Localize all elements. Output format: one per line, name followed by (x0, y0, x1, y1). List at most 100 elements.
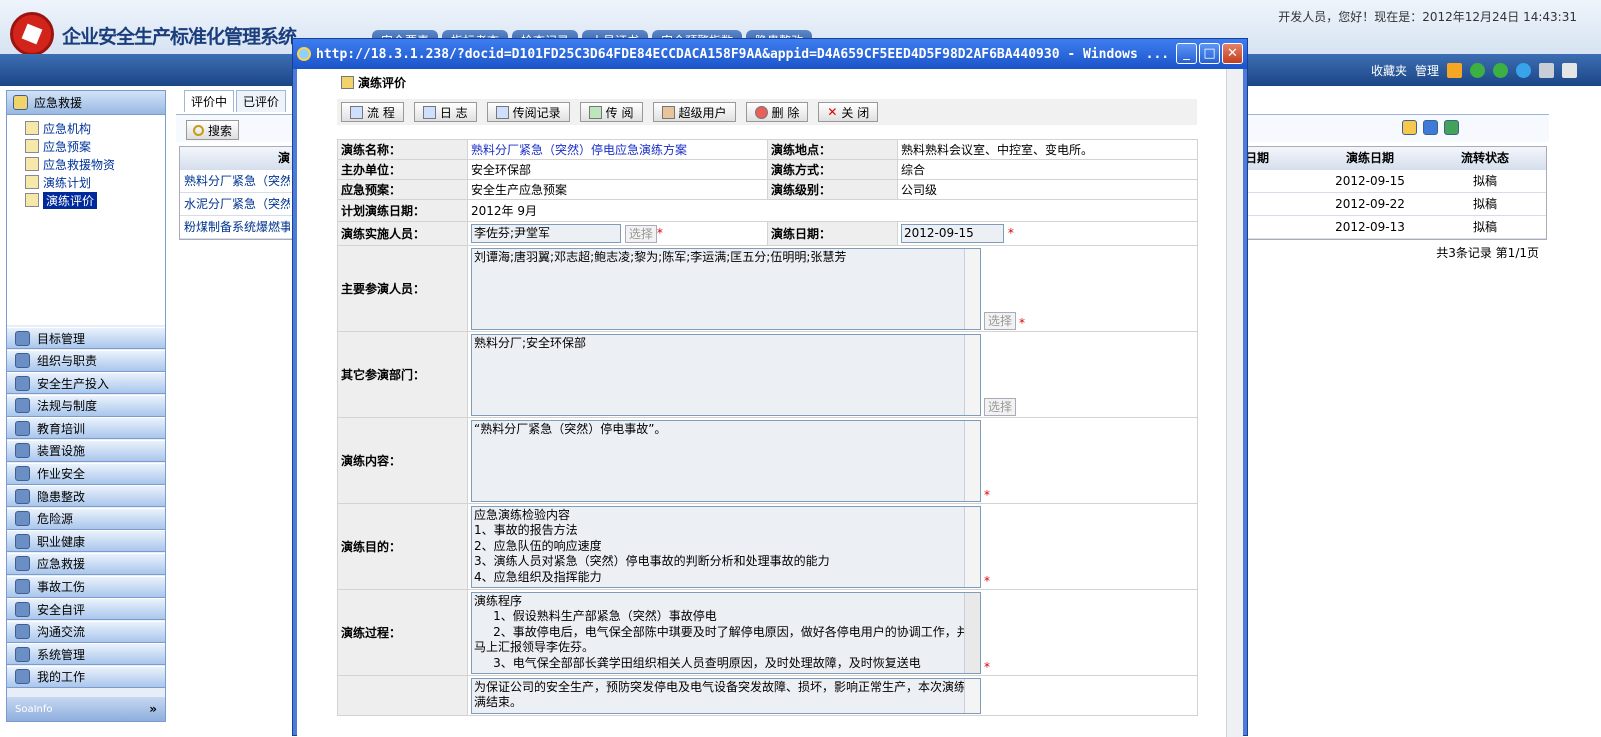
module-item[interactable]: 目标管理 (7, 327, 165, 349)
tab-evaluated[interactable]: 已评价 (236, 90, 287, 112)
maximize-button[interactable]: □ (1199, 43, 1220, 64)
window-title: http://18.3.1.238/?docid=D101FD25C3D64FD… (316, 46, 1170, 62)
org-icon (25, 121, 39, 135)
close-button[interactable]: ✕ (1222, 43, 1243, 64)
module-item[interactable]: 隐患整改 (7, 485, 165, 508)
content-textarea[interactable]: “熟料分厂紧急（突然）停电事故”。 (471, 419, 981, 502)
sidebar-section-header[interactable]: 应急救援 (7, 91, 165, 115)
back-icon[interactable] (1470, 63, 1485, 78)
welcome-text: 开发人员，您好！现在是：2012年12月24日 14:43:31 (1278, 10, 1577, 24)
drill-date-input[interactable]: 2012-09-15 (901, 224, 1004, 243)
tree-item-drill-plan[interactable]: 演练计划 (15, 173, 165, 191)
pin-icon[interactable] (1562, 63, 1577, 78)
search-button[interactable]: 搜索 (186, 120, 240, 140)
required-mark: * (1007, 226, 1014, 240)
depts-select-button[interactable]: 选择 (984, 397, 1017, 416)
list-tabs: 评价中 已评价 (184, 90, 287, 112)
image-icon[interactable] (1444, 120, 1459, 135)
unit-label: 主办单位： (337, 159, 468, 180)
flow-button[interactable]: 流 程 (341, 102, 404, 122)
module-item[interactable]: 沟通交流 (7, 620, 165, 643)
tree-item-drill-eval[interactable]: 演练评价 (15, 191, 165, 209)
close-icon: ✕ (827, 105, 838, 119)
expand-icon[interactable]: » (149, 702, 157, 716)
circulate-button[interactable]: 传 阅 (579, 102, 643, 122)
module-item[interactable]: 危险源 (7, 507, 165, 530)
tab-evaluating[interactable]: 评价中 (184, 90, 235, 112)
minimize-button[interactable]: _ (1176, 43, 1197, 64)
staff-label: 演练实施人员： (337, 221, 468, 246)
module-icon (15, 533, 30, 549)
module-icon (15, 398, 30, 414)
textarea-scrollbar[interactable] (964, 678, 980, 713)
super-user-button[interactable]: 超级用户 (652, 102, 736, 122)
module-item[interactable]: 安全自评 (7, 598, 165, 621)
new-folder-icon[interactable] (1402, 120, 1417, 135)
people-select-button[interactable]: 选择 (984, 311, 1017, 330)
search-icon (193, 124, 204, 136)
refresh-icon[interactable] (1516, 63, 1531, 78)
textarea-scrollbar[interactable] (964, 592, 980, 673)
tree-item-supplies[interactable]: 应急救援物资 (15, 155, 165, 173)
sidebar: 应急救援 应急机构 应急预案 应急救援物资 演练计划 演练评价 目标管理 组织与… (6, 90, 166, 722)
ie-icon (297, 47, 311, 61)
col-header-status: 流转状态 (1460, 151, 1509, 165)
module-item[interactable]: 事故工伤 (7, 575, 165, 598)
tree-item-plan[interactable]: 应急预案 (15, 137, 165, 155)
textarea-scrollbar[interactable] (964, 420, 980, 501)
close-form-button[interactable]: ✕ 关 闭 (818, 102, 879, 122)
module-item[interactable]: 我的工作 (7, 665, 165, 688)
tools-icon[interactable] (1539, 63, 1554, 78)
module-list: 目标管理 组织与职责 安全生产投入 法规与制度 教育培训 装置设施 作业安全 隐… (7, 327, 165, 689)
export-icon[interactable] (1423, 120, 1438, 135)
main-people-textarea[interactable]: 刘谭海;唐羽翼;邓志超;鲍志凌;黎为;陈军;李运满;匡五分;伍明明;张慧芳 (471, 247, 981, 330)
sidebar-tree: 应急机构 应急预案 应急救援物资 演练计划 演练评价 (7, 115, 165, 325)
log-button[interactable]: 日 志 (413, 102, 477, 122)
module-item[interactable]: 教育培训 (7, 417, 165, 440)
circulation-record-button[interactable]: 传阅记录 (486, 102, 570, 122)
module-item[interactable]: 安全生产投入 (7, 372, 165, 395)
tree-item-org[interactable]: 应急机构 (15, 119, 165, 137)
manage-link[interactable]: 管理 (1415, 62, 1439, 79)
process-textarea[interactable]: 演练程序 1、假设熟料生产部紧急（突然）事故停电 2、事故停电后，电气保全部陈中… (471, 591, 981, 674)
summary-label (337, 675, 468, 716)
row-date: 2012-09-13 (1335, 220, 1405, 234)
textarea-scrollbar[interactable] (964, 506, 980, 587)
home-icon[interactable] (1447, 63, 1462, 78)
favorites-link[interactable]: 收藏夹 (1371, 62, 1407, 79)
staff-select-button[interactable]: 选择 (624, 224, 657, 243)
depts-textarea[interactable]: 熟料分厂;安全环保部 (471, 333, 981, 416)
row-name[interactable]: 粉煤制备系统爆燃事 (180, 216, 290, 238)
module-icon (15, 579, 30, 595)
module-item[interactable]: 应急救援 (7, 552, 165, 575)
drill-mode: 综合 (897, 159, 1198, 180)
module-icon (15, 330, 30, 346)
module-item[interactable]: 组织与职责 (7, 349, 165, 372)
module-item[interactable]: 作业安全 (7, 462, 165, 485)
row-name[interactable]: 水泥分厂紧急（突然 (180, 193, 290, 215)
textarea-scrollbar[interactable] (964, 334, 980, 415)
module-item[interactable]: 法规与制度 (7, 394, 165, 417)
forward-icon[interactable] (1493, 63, 1508, 78)
delete-button[interactable]: 删 除 (745, 102, 809, 122)
module-icon (15, 420, 30, 436)
row-status: 拟稿 (1472, 197, 1497, 211)
content-label: 演练内容： (337, 417, 468, 504)
form-toolbar: 流 程 日 志 传阅记录 传 阅 超级用户 删 除 ✕ 关 闭 (337, 99, 1197, 125)
goal-textarea[interactable]: 应急演练检验内容 1、事故的报告方法 2、应急队伍的响应速度 3、演练人员对紧急… (471, 505, 981, 588)
module-item[interactable]: 系统管理 (7, 643, 165, 666)
drill-eval-form: 演练名称： 熟料分厂紧急（突然）停电应急演练方案 演练地点： 熟料熟料会议室、中… (337, 139, 1198, 716)
summary-textarea[interactable]: 为保证公司的安全生产，预防突发停电及电气设备突发故障、损坏，影响正常生产，本次演… (471, 677, 981, 714)
module-icon (15, 669, 30, 685)
window-scrollbar[interactable] (1226, 69, 1243, 737)
col-header-date: 日期 (1245, 151, 1270, 165)
module-item[interactable]: 装置设施 (7, 439, 165, 462)
window-titlebar[interactable]: http://18.3.1.238/?docid=D101FD25C3D64FD… (293, 39, 1247, 69)
drill-place: 熟料熟料会议室、中控室、变电所。 (897, 139, 1198, 160)
drill-name-link[interactable]: 熟料分厂紧急（突然）停电应急演练方案 (471, 143, 687, 157)
staff-input[interactable]: 李佐芬;尹堂军 (471, 224, 621, 243)
mode-label: 演练方式： (767, 159, 898, 180)
row-name[interactable]: 熟料分厂紧急（突然 (180, 170, 290, 192)
module-item[interactable]: 职业健康 (7, 530, 165, 553)
textarea-scrollbar[interactable] (964, 248, 980, 329)
